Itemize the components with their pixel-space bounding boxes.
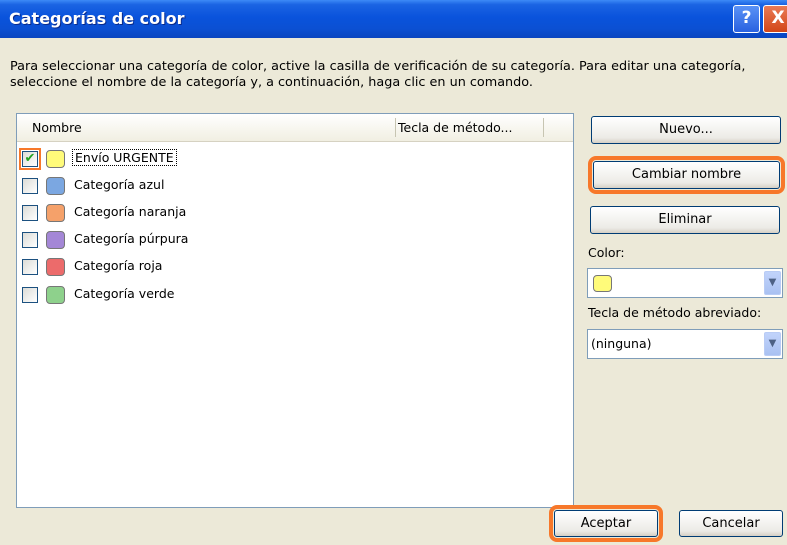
category-label[interactable]: Categoría roja bbox=[74, 258, 162, 273]
shortcut-label: Tecla de método abreviado: bbox=[588, 305, 762, 320]
category-checkbox[interactable] bbox=[22, 287, 38, 303]
category-label[interactable]: Categoría púrpura bbox=[74, 231, 188, 246]
title-bar[interactable]: Categorías de color ? X bbox=[0, 0, 787, 38]
column-divider[interactable] bbox=[543, 118, 544, 137]
chevron-down-icon[interactable]: ▼ bbox=[764, 332, 781, 356]
list-item-categoria-azul[interactable]: Categoría azul bbox=[17, 173, 573, 199]
color-swatch-orange bbox=[46, 204, 65, 222]
list-item-categoria-purpura[interactable]: Categoría púrpura bbox=[17, 227, 573, 253]
category-checkbox[interactable]: ✔ bbox=[19, 148, 41, 170]
selected-color-chip bbox=[593, 275, 612, 292]
close-button[interactable]: X bbox=[763, 5, 787, 33]
delete-button[interactable]: Eliminar bbox=[590, 206, 780, 234]
ok-button[interactable]: Aceptar bbox=[549, 505, 663, 542]
category-checkbox[interactable] bbox=[22, 178, 38, 194]
category-list[interactable]: Nombre Tecla de método... ✔ Envío URGENT… bbox=[16, 113, 574, 508]
column-header-shortcut[interactable]: Tecla de método... bbox=[398, 120, 512, 135]
help-button[interactable]: ? bbox=[733, 5, 760, 33]
color-categories-dialog: Categorías de color ? X Para seleccionar… bbox=[0, 0, 787, 545]
list-item-envio-urgente[interactable]: ✔ Envío URGENTE bbox=[17, 146, 573, 172]
color-swatch-red bbox=[46, 258, 65, 276]
rename-button[interactable]: Cambiar nombre bbox=[588, 156, 785, 194]
cancel-button[interactable]: Cancelar bbox=[679, 510, 783, 537]
category-label[interactable]: Categoría azul bbox=[74, 177, 164, 192]
list-header: Nombre Tecla de método... bbox=[17, 114, 573, 142]
color-label: Color: bbox=[588, 245, 625, 260]
category-checkbox[interactable] bbox=[22, 205, 38, 221]
category-label[interactable]: Envío URGENTE bbox=[72, 149, 177, 166]
column-header-name[interactable]: Nombre bbox=[32, 120, 82, 135]
instructions-text: Para seleccionar una categoría de color,… bbox=[10, 59, 746, 90]
color-swatch-yellow bbox=[46, 150, 65, 168]
list-item-categoria-roja[interactable]: Categoría roja bbox=[17, 254, 573, 280]
category-label[interactable]: Categoría naranja bbox=[74, 204, 186, 219]
category-checkbox[interactable] bbox=[22, 259, 38, 275]
category-checkbox[interactable] bbox=[22, 232, 38, 248]
color-select[interactable]: ▼ bbox=[587, 268, 783, 298]
category-label[interactable]: Categoría verde bbox=[74, 286, 174, 301]
new-button[interactable]: Nuevo... bbox=[591, 116, 781, 144]
color-swatch-blue bbox=[46, 177, 65, 195]
chevron-down-icon[interactable]: ▼ bbox=[764, 271, 781, 295]
color-swatch-purple bbox=[46, 231, 65, 249]
window-title: Categorías de color bbox=[9, 9, 185, 28]
shortcut-select[interactable]: (ninguna) ▼ bbox=[587, 329, 783, 359]
column-divider[interactable] bbox=[395, 118, 396, 137]
list-item-categoria-verde[interactable]: Categoría verde bbox=[17, 282, 573, 308]
shortcut-value: (ninguna) bbox=[591, 336, 652, 351]
color-swatch-green bbox=[46, 286, 65, 304]
list-item-categoria-naranja[interactable]: Categoría naranja bbox=[17, 200, 573, 226]
